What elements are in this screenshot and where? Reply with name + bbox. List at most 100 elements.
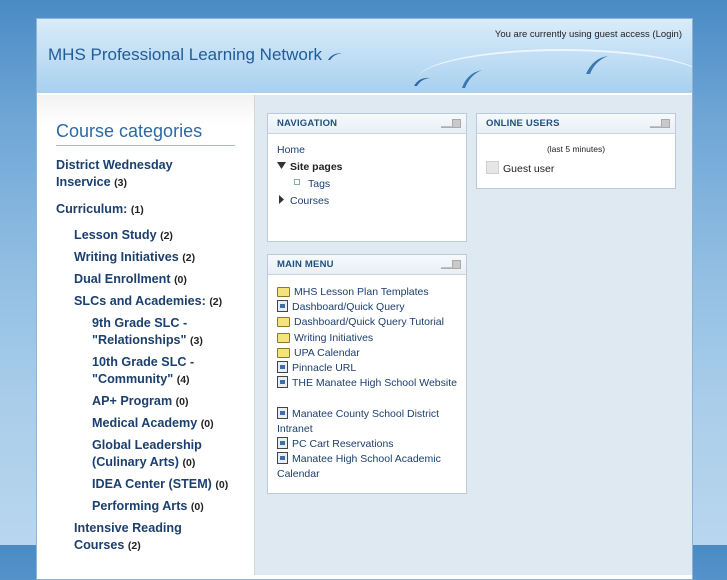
online-user-item[interactable]: Guest user <box>486 161 554 175</box>
category-name[interactable]: 9th Grade SLC - "Relationships" <box>92 316 187 347</box>
category-name[interactable]: SLCs and Academies: <box>74 294 206 308</box>
category-name[interactable]: Medical Academy <box>92 416 197 430</box>
hide-block-icon[interactable]: ▁▁ <box>650 121 661 128</box>
menu-item-label[interactable]: MHS Lesson Plan Templates <box>294 286 429 298</box>
hide-block-icon[interactable]: ▁▁ <box>441 121 452 128</box>
menu-item[interactable]: MHS Lesson Plan Templates <box>277 285 462 300</box>
category-item[interactable]: Global Leadership (Culinary Arts) (0) <box>92 437 217 472</box>
document-icon <box>277 361 288 373</box>
menu-item-label[interactable]: UPA Calendar <box>294 347 360 359</box>
online-users-block-header: ONLINE USERS ▁▁ <box>477 114 675 134</box>
category-item[interactable]: IDEA Center (STEM) (0) <box>92 476 252 494</box>
category-item[interactable]: AP+ Program (0) <box>92 393 242 411</box>
menu-item-label[interactable]: PC Cart Reservations <box>292 438 394 450</box>
dock-block-icon[interactable] <box>452 260 461 269</box>
nav-courses-label[interactable]: Courses <box>290 195 329 207</box>
category-item[interactable]: Curriculum: (1) <box>56 201 226 219</box>
menu-item[interactable]: Dashboard/Quick Query <box>277 300 462 315</box>
hide-block-icon[interactable]: ▁▁ <box>441 262 452 269</box>
category-item[interactable]: Intensive Reading Courses (2) <box>74 520 214 555</box>
dock-block-icon[interactable] <box>661 119 670 128</box>
category-item[interactable]: SLCs and Academies: (2) <box>74 293 244 311</box>
nav-courses[interactable]: Courses <box>277 195 329 207</box>
login-info: You are currently using guest access (Lo… <box>495 29 682 40</box>
nav-home-link[interactable]: Home <box>277 144 305 156</box>
category-count: (2) <box>182 252 196 264</box>
folder-icon <box>277 287 290 297</box>
menu-item[interactable]: UPA Calendar <box>277 346 462 361</box>
category-count: (2) <box>127 540 141 552</box>
online-users-block-title: ONLINE USERS <box>486 118 560 129</box>
menu-item-label[interactable]: Manatee High School Academic Calendar <box>277 453 441 480</box>
document-icon <box>277 437 288 449</box>
menu-item[interactable]: PC Cart Reservations <box>277 437 462 452</box>
dock-block-icon[interactable] <box>452 119 461 128</box>
category-item[interactable]: Medical Academy (0) <box>92 415 242 433</box>
login-link[interactable]: Login <box>656 29 679 40</box>
folder-icon <box>277 333 290 343</box>
menu-item[interactable]: Writing Initiatives <box>277 331 462 346</box>
site-title[interactable]: MHS Professional Learning Network <box>48 45 343 65</box>
user-avatar-icon <box>486 161 499 174</box>
bird-icon <box>586 56 608 74</box>
menu-item[interactable]: Dashboard/Quick Query Tutorial <box>277 315 462 330</box>
header-decoration <box>417 49 692 93</box>
category-count: (0) <box>215 479 229 491</box>
category-name[interactable]: Writing Initiatives <box>74 250 179 264</box>
online-users-timeframe: (last 5 minutes) <box>546 144 606 154</box>
category-name[interactable]: Lesson Study <box>74 228 157 242</box>
navigation-block-header: NAVIGATION ▁▁ <box>268 114 466 134</box>
menu-item-label[interactable]: Writing Initiatives <box>294 332 373 344</box>
collapsed-triangle-icon <box>279 195 284 204</box>
menu-item[interactable]: Manatee County School District Intranet <box>277 407 462 437</box>
main-menu-block-title: MAIN MENU <box>277 259 334 270</box>
category-count: (0) <box>174 274 187 286</box>
main-menu-block: MAIN MENU ▁▁ MHS Lesson Plan Templates D… <box>267 254 467 494</box>
category-count: (1) <box>130 204 144 216</box>
navigation-block-title: NAVIGATION <box>277 118 338 129</box>
category-item[interactable]: Writing Initiatives (2) <box>74 249 244 267</box>
category-item[interactable]: Performing Arts (0) <box>92 498 242 516</box>
bird-logo-icon <box>327 53 342 60</box>
menu-item[interactable]: Pinnacle URL <box>277 361 462 376</box>
category-item[interactable]: Lesson Study (2) <box>74 227 244 245</box>
nav-site-pages[interactable]: Site pages <box>277 161 343 173</box>
category-count: (3) <box>114 177 127 189</box>
nav-tags-link[interactable]: Tags <box>294 178 330 190</box>
category-name[interactable]: IDEA Center (STEM) <box>92 477 212 491</box>
login-status-text: You are currently using guest access ( <box>494 29 656 40</box>
online-user-name[interactable]: Guest user <box>503 163 554 175</box>
category-item[interactable]: Dual Enrollment (0) <box>74 271 244 289</box>
menu-item-label[interactable]: Dashboard/Quick Query Tutorial <box>294 316 444 328</box>
document-icon <box>277 376 288 388</box>
document-icon <box>277 407 288 419</box>
menu-item-label[interactable]: Pinnacle URL <box>292 362 356 374</box>
block-controls: ▁▁ <box>441 119 461 128</box>
bird-icon <box>462 70 482 88</box>
course-categories-title: Course categories <box>56 121 235 146</box>
category-name[interactable]: Dual Enrollment <box>74 272 171 286</box>
folder-icon <box>277 348 290 358</box>
nav-site-pages-label[interactable]: Site pages <box>290 161 343 173</box>
nav-tags-label[interactable]: Tags <box>308 178 330 190</box>
navigation-block: NAVIGATION ▁▁ Home Site pages Tags Cours… <box>267 113 467 242</box>
folder-icon <box>277 317 290 327</box>
category-name[interactable]: Performing Arts <box>92 499 187 513</box>
menu-item[interactable]: Manatee High School Academic Calendar <box>277 452 462 482</box>
menu-item[interactable]: THE Manatee High School Website <box>277 376 462 391</box>
document-icon <box>277 300 288 312</box>
block-controls: ▁▁ <box>441 260 461 269</box>
menu-item-label[interactable]: Manatee County School District Intranet <box>277 408 439 435</box>
category-name[interactable]: AP+ Program <box>92 394 172 408</box>
category-count: (3) <box>190 335 203 347</box>
category-item[interactable]: District Wednesday Inservice (3) <box>56 157 226 192</box>
category-item[interactable]: 10th Grade SLC - "Community" (4) <box>92 354 222 389</box>
category-count: (4) <box>176 374 190 386</box>
category-name[interactable]: Curriculum: <box>56 202 127 216</box>
site-title-text[interactable]: MHS Professional Learning Network <box>48 45 322 64</box>
bullet-icon <box>294 179 300 185</box>
category-item[interactable]: 9th Grade SLC - "Relationships" (3) <box>92 315 232 350</box>
menu-item-label[interactable]: THE Manatee High School Website <box>292 377 457 389</box>
menu-item-label[interactable]: Dashboard/Quick Query <box>292 301 405 313</box>
expanded-triangle-icon <box>277 162 286 169</box>
